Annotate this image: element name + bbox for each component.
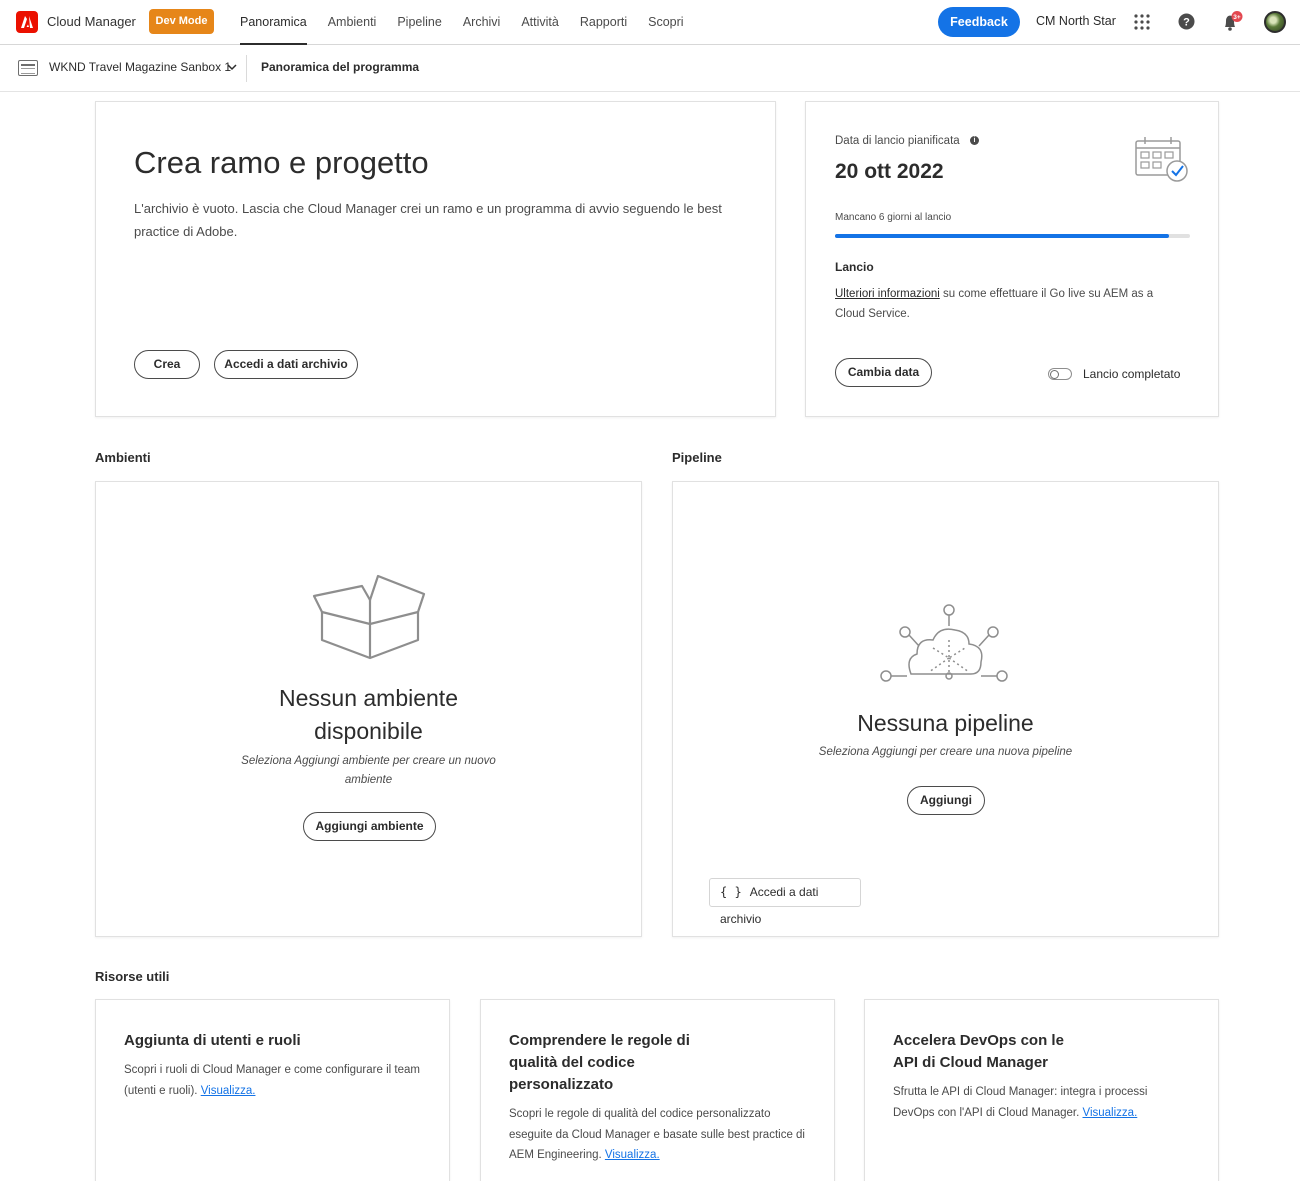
resource-card-code-quality: Comprendere le regole di qualità del cod… [480,999,835,1181]
nav-panoramica[interactable]: Panoramica [240,0,307,45]
program-bar: WKND Travel Magazine Sanbox 1 Panoramica… [0,45,1300,92]
launch-date-label: Data di lancio pianificata [835,135,960,147]
pipelines-section-title: Pipeline [672,450,722,465]
create-branch-card: Crea ramo e progetto L'archivio è vuoto.… [95,101,776,417]
nav-attivita[interactable]: Attività [521,0,559,45]
resource-card-title: Aggiunta di utenti e ruoli [124,1032,301,1049]
nav-archivi[interactable]: Archivi [463,0,501,45]
pipeline-access-repo-button[interactable]: { } Accedi a dati archivio [709,878,861,926]
code-braces-icon: { } [720,885,742,899]
pipelines-card: Nessuna pipeline Seleziona Aggiungi per … [672,481,1219,937]
hero-text: L'archivio è vuoto. Lascia che Cloud Man… [134,201,722,239]
launch-progress-bar [835,234,1190,238]
hero-title: Crea ramo e progetto [134,145,429,180]
no-environments-title-1: Nessun ambiente [279,685,458,711]
launch-progress-fill [835,234,1169,238]
help-icon[interactable]: ? [1178,13,1195,30]
view-link[interactable]: Visualizza. [605,1149,660,1161]
nav-ambienti[interactable]: Ambienti [328,0,377,45]
notifications-bell-icon[interactable]: 3+ [1221,11,1243,33]
notification-count: 3+ [1233,14,1241,21]
no-environments-subtitle-1: Seleziona Aggiungi ambiente per creare u… [241,755,496,767]
empty-box-icon [312,574,426,660]
user-avatar[interactable] [1264,11,1286,33]
resource-card-text: Sfrutta le API di Cloud Manager: integra… [893,1082,1173,1123]
cloud-network-icon [880,604,1008,682]
app-name[interactable]: Cloud Manager [47,14,136,29]
launch-date: 20 ott 2022 [835,160,944,183]
divider [246,55,247,82]
resource-card-text: Scopri i ruoli di Cloud Manager e come c… [124,1060,424,1101]
calendar-check-icon [1135,137,1188,182]
no-environments-title-2: disponibile [314,718,423,744]
launch-text: Ulteriori informazioni su come effettuar… [835,284,1175,324]
change-date-button[interactable]: Cambia data [835,358,932,387]
resource-card-text: Scopri le regole di qualità del codice p… [509,1104,814,1166]
chevron-down-icon[interactable] [227,63,237,71]
nav-scopri[interactable]: Scopri [648,0,683,45]
program-icon [18,60,38,76]
no-environments-subtitle-2: ambiente [344,774,393,786]
days-remaining: Mancano 6 giorni al lancio [835,212,952,223]
resource-card-title: Comprendere le regole di qualità del cod… [509,1032,690,1093]
program-selector[interactable]: WKND Travel Magazine Sanbox 1 [49,60,231,74]
launch-title: Lancio [835,260,874,274]
resources-section-title: Risorse utili [95,969,170,984]
add-environment-button[interactable]: Aggiungi ambiente [303,812,436,841]
learn-more-link[interactable]: Ulteriori informazioni [835,288,940,300]
adobe-logo-icon[interactable] [16,11,38,33]
add-pipeline-button[interactable]: Aggiungi [907,786,985,815]
nav-rapporti[interactable]: Rapporti [580,0,627,45]
main-nav: Panoramica Ambienti Pipeline Archivi Att… [240,0,705,45]
app-switcher-icon[interactable] [1133,13,1151,31]
svg-text:?: ? [1183,17,1190,29]
resource-card-api: Accelera DevOps con le API di Cloud Mana… [864,999,1219,1181]
view-link[interactable]: Visualizza. [1083,1107,1138,1119]
resource-card-users: Aggiunta di utenti e ruoli Scopri i ruol… [95,999,450,1181]
top-bar: Cloud Manager Dev Mode Panoramica Ambien… [0,0,1300,45]
breadcrumb-title: Panoramica del programma [261,60,420,74]
launch-completed-toggle[interactable] [1048,368,1072,380]
create-button[interactable]: Crea [134,350,200,379]
resource-card-title: Accelera DevOps con le API di Cloud Mana… [893,1032,1064,1071]
no-pipelines-subtitle: Seleziona Aggiungi per creare una nuova … [818,746,1073,758]
environments-card: Nessun ambiente disponibile Seleziona Ag… [95,481,642,937]
dev-mode-badge: Dev Mode [149,9,214,34]
launch-date-card: Data di lancio pianificata i 20 ott 2022… [805,101,1219,417]
nav-pipeline[interactable]: Pipeline [397,0,441,45]
resource-card-body: Scopri i ruoli di Cloud Manager e come c… [124,1064,420,1097]
environments-section-title: Ambienti [95,450,151,465]
view-link[interactable]: Visualizza. [201,1085,256,1097]
feedback-button[interactable]: Feedback [938,7,1020,37]
access-repo-button[interactable]: Accedi a dati archivio [214,350,358,379]
no-pipelines-title: Nessuna pipeline [857,710,1034,736]
info-icon[interactable]: i [970,136,979,145]
launch-completed-label: Lancio completato [1083,367,1181,381]
org-switcher[interactable]: CM North Star [1036,14,1116,28]
